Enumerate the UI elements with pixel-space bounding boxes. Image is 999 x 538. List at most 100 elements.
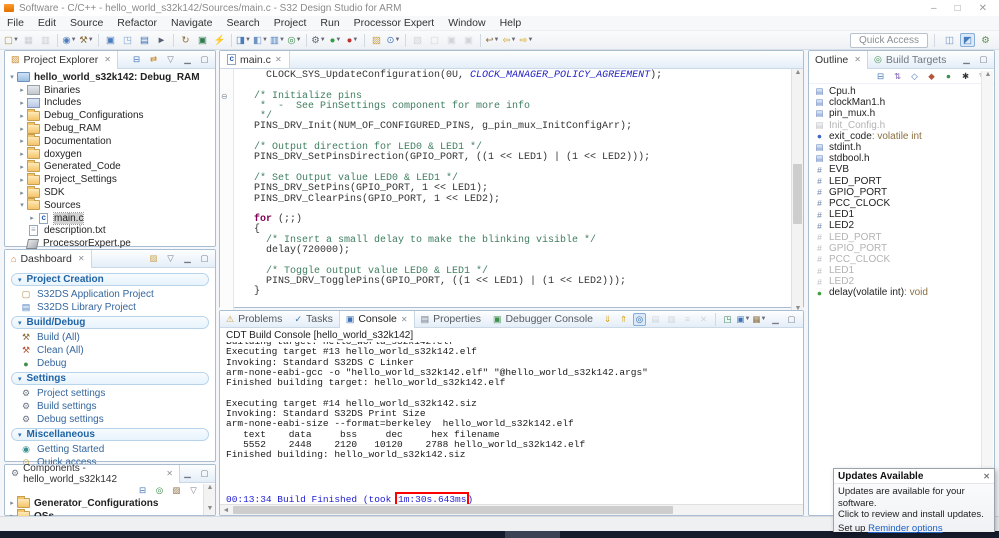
load-dashboard-icon[interactable]: ▨: [147, 253, 160, 265]
chevron-right-icon[interactable]: ▸: [27, 214, 37, 222]
view-menu-icon[interactable]: ▽: [187, 484, 200, 496]
tree-item-includes[interactable]: ▸ Includes: [7, 97, 215, 110]
build-all-icon[interactable]: ◉ ▼: [62, 33, 77, 47]
scroll-up-icon[interactable]: ▲: [204, 484, 216, 494]
dashboard-link-debug-settings[interactable]: ⚙ Debug settings: [11, 413, 209, 426]
dropdown-arrow-icon[interactable]: ▼: [279, 37, 285, 43]
dashboard-link-build-settings[interactable]: ⚙ Build settings: [11, 400, 209, 413]
chevron-right-icon[interactable]: ▸: [17, 125, 27, 133]
console-hscrollbar[interactable]: ◄: [220, 504, 803, 515]
outline-item-led1[interactable]: # LED1: [813, 265, 994, 276]
outline-scrollbar[interactable]: ▲ ▼: [981, 71, 993, 513]
open-resource-icon[interactable]: ▨: [369, 33, 384, 47]
tree-item-project-settings[interactable]: ▸ Project_Settings: [7, 172, 215, 186]
maximize-button[interactable]: □: [955, 3, 961, 14]
dashboard-section-build-debug[interactable]: ▾ Build/Debug: [11, 316, 209, 329]
last-edit-location-icon[interactable]: ↩ ▼: [485, 33, 500, 47]
attach-debugger-icon[interactable]: ◨ ▼: [236, 33, 251, 47]
tree-item-main-c[interactable]: ▸ main.c: [7, 211, 215, 225]
scroll-up-icon[interactable]: ▲: [792, 69, 804, 79]
scroll-up-icon[interactable]: ▲: [982, 71, 994, 81]
dropdown-arrow-icon[interactable]: ▼: [335, 37, 341, 43]
minimize-view-icon[interactable]: ▁: [960, 54, 973, 66]
show-stderr-changes-icon[interactable]: ⇑: [617, 313, 630, 326]
profile-icon[interactable]: ● ▼: [345, 33, 360, 47]
chevron-right-icon[interactable]: ▸: [17, 163, 27, 171]
outline-item-stdbool-h[interactable]: ▤ stdbool.h: [813, 153, 994, 164]
menu-source[interactable]: Source: [63, 16, 110, 30]
selection-icon[interactable]: ►: [154, 33, 169, 47]
tree-item-generated-code[interactable]: ▸ Generated_Code: [7, 159, 215, 174]
maximize-view-icon[interactable]: ▢: [785, 313, 798, 326]
dropdown-arrow-icon[interactable]: ▼: [262, 37, 268, 43]
outline-item-evb[interactable]: # EVB: [813, 164, 994, 175]
minimize-button[interactable]: –: [931, 3, 937, 14]
chevron-right-icon[interactable]: ▸: [17, 86, 27, 94]
minimize-view-icon[interactable]: ▁: [181, 54, 194, 66]
console-output[interactable]: Building target: hello_world_s32k142.elf…: [220, 342, 803, 484]
display-selected-console-icon[interactable]: ▣ ▼: [737, 313, 751, 326]
minimize-view-icon[interactable]: ▁: [769, 313, 782, 326]
tree-item-documentation[interactable]: ▸ Documentation: [7, 134, 215, 148]
editor-vscrollbar[interactable]: ▲ ▼: [791, 69, 803, 315]
outline-item-gpio-port[interactable]: # GPIO_PORT: [813, 187, 994, 198]
dashboard-link-debug[interactable]: ● Debug: [11, 357, 209, 370]
outline-item-led2[interactable]: # LED2: [813, 220, 994, 231]
pin-console-icon[interactable]: ◎: [633, 312, 646, 326]
tree-item-doxygen[interactable]: ▸ doxygen: [7, 147, 215, 161]
code-editor[interactable]: CLOCK_SYS_UpdateConfiguration(0U, CLOCK_…: [234, 69, 803, 315]
popup-text-line2[interactable]: Click to review and install updates.: [838, 509, 990, 521]
dropdown-arrow-icon[interactable]: ▼: [13, 37, 19, 43]
dashboard-link-project-settings[interactable]: ⚙ Project settings: [11, 387, 209, 400]
outline-item-init-config-h[interactable]: ▤ Init_Config.h: [813, 120, 994, 131]
popup-text-line1[interactable]: Updates are available for your software.: [838, 486, 990, 509]
outline-item-led-port[interactable]: # LED_PORT: [813, 176, 994, 187]
back-icon[interactable]: ⇦ ▼: [502, 33, 517, 47]
chevron-right-icon[interactable]: ▸: [17, 112, 27, 120]
dropdown-arrow-icon[interactable]: ▼: [494, 37, 500, 43]
debug-perspective-icon[interactable]: ⚙: [978, 33, 993, 47]
chevron-right-icon[interactable]: ▸: [7, 499, 17, 507]
new-c-project-icon[interactable]: ▣: [103, 33, 118, 47]
outline-item-led2[interactable]: # LED2: [813, 276, 994, 287]
dropdown-arrow-icon[interactable]: ▼: [352, 37, 358, 43]
terminal-icon[interactable]: ▣: [195, 33, 210, 47]
collapse-all-icon[interactable]: ⊟: [136, 484, 149, 496]
dropdown-arrow-icon[interactable]: ▼: [528, 37, 534, 43]
close-icon[interactable]: ✕: [275, 55, 282, 64]
tab-dashboard[interactable]: ⌂ Dashboard ✕: [5, 249, 92, 268]
outline-item-led1[interactable]: # LED1: [813, 209, 994, 220]
view-menu-icon[interactable]: ▽: [164, 54, 177, 66]
hide-includes-icon[interactable]: ◆: [925, 70, 938, 82]
dashboard-link-build-all-[interactable]: ⚒ Build (All): [11, 331, 209, 344]
outline-item-led-port[interactable]: # LED_PORT: [813, 231, 994, 243]
tree-item-debug-configurations[interactable]: ▸ Debug_Configurations: [7, 108, 215, 122]
collapse-all-icon[interactable]: ⊟: [874, 70, 887, 82]
new-icon[interactable]: ▢ ▼: [4, 33, 19, 47]
tab-outline[interactable]: Outline ✕: [809, 50, 868, 69]
tree-item-binaries[interactable]: ▸ Binaries: [7, 84, 215, 97]
menu-help[interactable]: Help: [493, 16, 529, 30]
peripheral-registers-icon[interactable]: ◧ ▼: [253, 33, 268, 47]
outline-item-clockman1-h[interactable]: ▤ clockMan1.h: [813, 97, 994, 108]
menu-run[interactable]: Run: [313, 16, 346, 30]
filter-components-icon[interactable]: ▨: [170, 484, 183, 496]
hide-static-icon[interactable]: ●: [942, 70, 955, 82]
show-stdout-changes-icon[interactable]: ⇓: [601, 313, 614, 326]
tab-problems[interactable]: ⚠ Problems: [220, 311, 288, 328]
tab-main-c[interactable]: main.c ✕: [220, 51, 290, 68]
tree-item-sources[interactable]: ▾ Sources: [7, 198, 215, 212]
tab-debugger-console[interactable]: ▣ Debugger Console: [487, 311, 599, 328]
tree-item-hello-world-s32k142-debug-ram[interactable]: ▾ hello_world_s32k142: Debug_RAM: [7, 71, 215, 84]
cpp-perspective-icon[interactable]: ◩: [960, 33, 975, 47]
menu-processor-expert[interactable]: Processor Expert: [347, 16, 442, 30]
flash-programmer-icon[interactable]: ⚡: [212, 33, 227, 47]
dropdown-arrow-icon[interactable]: ▼: [245, 37, 251, 43]
chevron-right-icon[interactable]: ▸: [17, 137, 27, 145]
outline-item-stdint-h[interactable]: ▤ stdint.h: [813, 142, 994, 153]
scroll-left-icon[interactable]: ◄: [220, 505, 232, 516]
outline-item-pcc-clock[interactable]: # PCC_CLOCK: [813, 254, 994, 265]
menu-file[interactable]: File: [0, 16, 31, 30]
refresh-icon[interactable]: ↻: [178, 33, 193, 47]
dashboard-section-settings[interactable]: ▾ Settings: [11, 372, 209, 385]
